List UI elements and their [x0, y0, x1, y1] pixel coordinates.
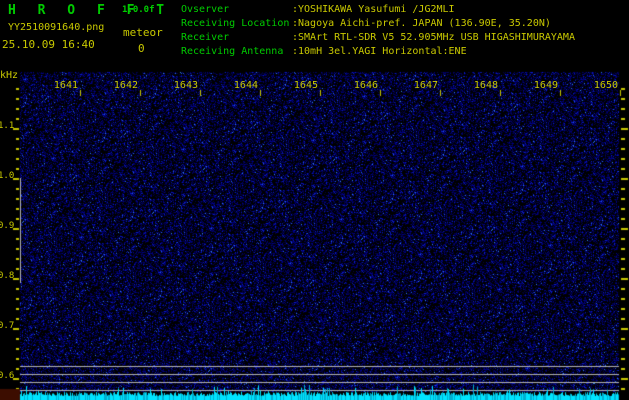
- time-tick-label: 1649: [533, 80, 558, 91]
- freq-tick-label: 0.7: [0, 321, 15, 331]
- station-row-label: Receiving Location: [181, 18, 290, 29]
- app-version: 1.0.0f: [122, 5, 155, 15]
- time-tick-label: 1647: [413, 80, 438, 91]
- hrofft-window: H R O F F T 1.0.0f YY2510091640.png mete…: [0, 0, 629, 400]
- freq-tick-label: 1.0: [0, 171, 15, 181]
- time-tick-label: 1646: [353, 80, 378, 91]
- datetime-label: 25.10.09 16:40: [2, 38, 95, 51]
- mode-label: meteor: [123, 26, 163, 39]
- freq-tick-label: 1.1: [0, 121, 15, 131]
- time-tick-label: 1645: [293, 80, 318, 91]
- station-row-value: :YOSHIKAWA Yasufumi /JG2MLI: [292, 4, 455, 15]
- output-filename: YY2510091640.png: [8, 22, 105, 33]
- station-row-value: :10mH 3el.YAGI Horizontal:ENE: [292, 46, 467, 57]
- freq-tick-label: 0.6: [0, 371, 15, 381]
- freq-tick-label: 0.9: [0, 221, 15, 231]
- spectrogram-canvas: [0, 0, 629, 400]
- meteor-count: 0: [138, 42, 145, 55]
- station-row-label: Receiver: [181, 32, 230, 43]
- time-tick-label: 1644: [233, 80, 258, 91]
- time-tick-label: 1643: [173, 80, 198, 91]
- station-row-value: :Nagoya Aichi-pref. JAPAN (136.90E, 35.2…: [292, 18, 551, 29]
- time-tick-label: 1650: [593, 80, 618, 91]
- freq-tick-label: 0.8: [0, 271, 15, 281]
- station-row-label: Ovserver: [181, 4, 230, 15]
- y-axis-unit: kHz: [0, 70, 19, 81]
- station-row-value: :SMArt RTL-SDR V5 52.905MHz USB HIGASHIM…: [292, 32, 575, 43]
- time-tick-label: 1642: [113, 80, 138, 91]
- time-tick-label: 1641: [53, 80, 78, 91]
- station-row-label: Receiving Antenna: [181, 46, 284, 57]
- time-tick-label: 1648: [473, 80, 498, 91]
